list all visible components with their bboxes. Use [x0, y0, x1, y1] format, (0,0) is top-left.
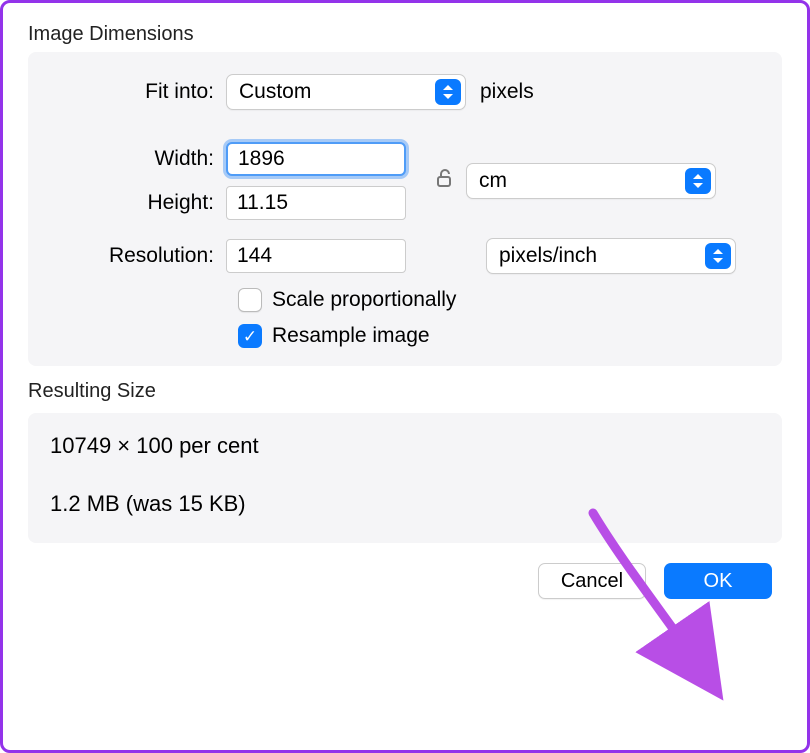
resolution-input[interactable] — [226, 239, 406, 273]
resulting-percent: 10749 × 100 per cent — [50, 433, 760, 459]
resample-image-row: ✓ Resample image — [238, 324, 764, 348]
width-input[interactable] — [226, 142, 406, 176]
scale-proportionally-row: Scale proportionally — [238, 288, 764, 312]
fit-into-suffix: pixels — [480, 80, 534, 104]
chevrons-icon — [705, 243, 731, 269]
fit-into-label: Fit into: — [46, 80, 226, 104]
width-label: Width: — [46, 147, 226, 171]
resolution-row: Resolution: pixels/inch — [46, 238, 764, 274]
check-icon: ✓ — [243, 328, 257, 345]
annotation-arrow-icon — [563, 503, 743, 703]
resolution-label: Resolution: — [46, 244, 226, 268]
dimensions-panel: Fit into: Custom pixels Width: Height: — [28, 52, 782, 366]
height-label: Height: — [46, 191, 226, 215]
resolution-unit-dropdown[interactable]: pixels/inch — [486, 238, 736, 274]
fit-into-row: Fit into: Custom pixels — [46, 74, 764, 110]
unit-dropdown[interactable]: cm — [466, 163, 716, 199]
fit-into-value: Custom — [239, 80, 311, 104]
chevrons-icon — [685, 168, 711, 194]
unit-value: cm — [479, 169, 507, 193]
resolution-unit-value: pixels/inch — [499, 244, 597, 268]
section-header-dimensions: Image Dimensions — [28, 23, 782, 46]
height-input[interactable] — [226, 186, 406, 220]
scale-proportionally-label: Scale proportionally — [272, 288, 456, 312]
fit-into-dropdown[interactable]: Custom — [226, 74, 466, 110]
section-header-resulting: Resulting Size — [28, 380, 782, 403]
scale-proportionally-checkbox[interactable] — [238, 288, 262, 312]
resample-image-checkbox[interactable]: ✓ — [238, 324, 262, 348]
resample-image-label: Resample image — [272, 324, 430, 348]
unlock-icon[interactable] — [432, 166, 456, 196]
width-height-block: Width: Height: cm — [46, 142, 764, 220]
chevrons-icon — [435, 79, 461, 105]
